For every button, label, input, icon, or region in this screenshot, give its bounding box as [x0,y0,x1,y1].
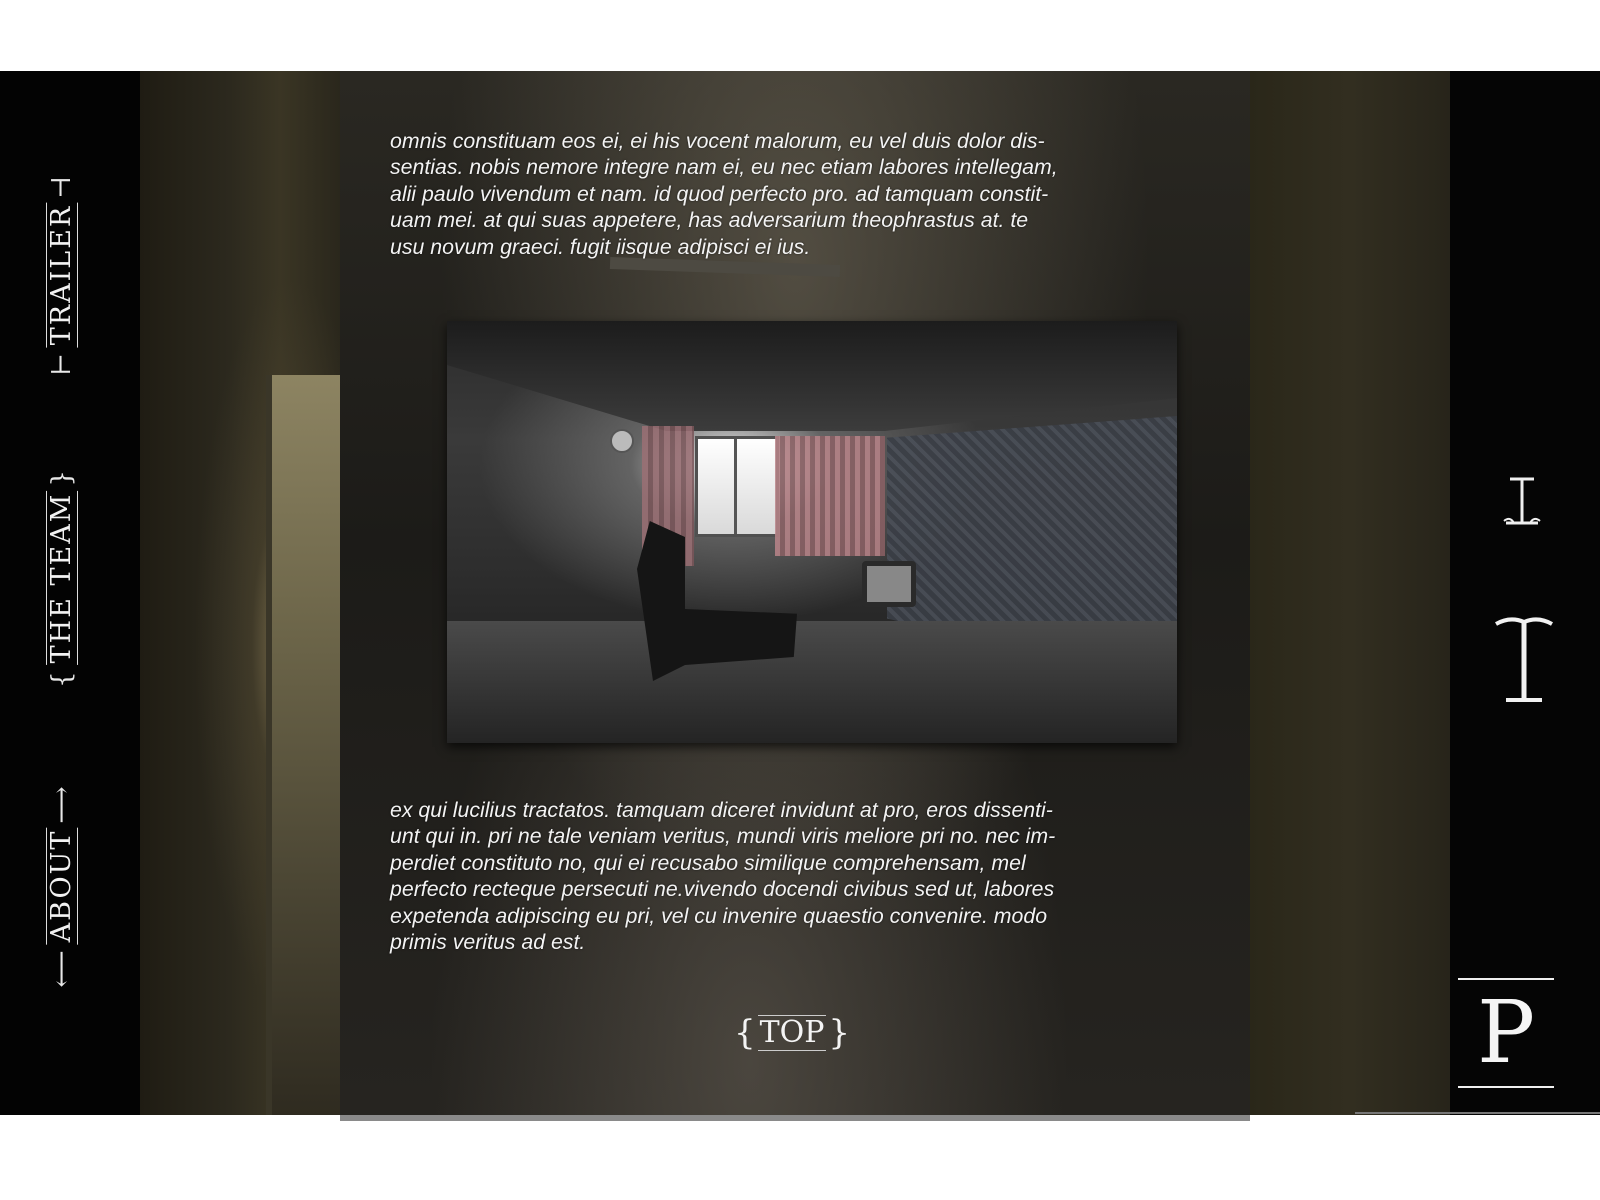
left-brace-icon: { [733,1013,756,1053]
large-i-beam-icon [1495,617,1553,702]
photo-curtain-right [775,436,885,556]
right-brace-icon: } [47,468,77,487]
brand-logo: P [1458,978,1554,1088]
body-paragraph: ex qui lucilius tractatos. tamquam dicer… [390,798,1056,955]
nav-trailer-label: TRAILER [46,202,78,348]
background-right-wall [1250,71,1450,1115]
brand-logo-letter: P [1477,983,1535,1083]
arrow-left-icon: ⟵ [47,948,77,988]
bracket-left-icon: ⊢ [47,351,77,376]
photo-ceiling [447,321,1177,431]
side-navigation: ⊢ TRAILER ⊣ { THE TEAM } ⟵ ABOUT ⟶ [0,71,140,1115]
right-strip [1450,71,1600,1115]
small-i-beam-icon [1503,477,1541,525]
right-brace-icon: } [828,1013,851,1053]
bracket-right-icon: ⊣ [47,174,77,199]
nav-about-label: ABOUT [46,827,78,945]
back-to-top-button[interactable]: { TOP } [722,1010,862,1056]
photo-television [862,561,916,607]
photo-armchair [637,521,797,681]
top-button-label: TOP [757,1015,827,1051]
photo-floor [447,621,1177,743]
nav-the-team-label: THE TEAM [46,490,78,666]
photo-window [695,436,779,537]
photo-clock [610,429,634,453]
bottom-divider [1355,1112,1600,1114]
left-brace-icon: { [47,669,77,688]
abandoned-room-photo [447,321,1177,743]
intro-paragraph: omnis constituam eos ei, ei his vocent m… [390,129,1058,259]
background-doorway [266,375,344,1115]
arrow-right-icon: ⟶ [47,784,77,824]
